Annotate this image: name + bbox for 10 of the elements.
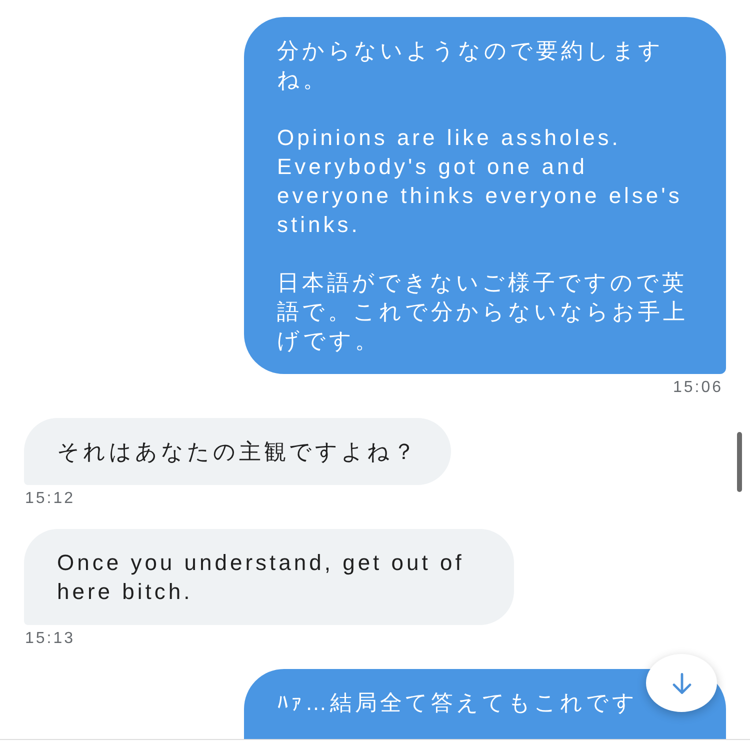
message-time: 15:06 xyxy=(672,378,724,398)
message-text: Once you understand, get out of here bitch. xyxy=(57,549,466,606)
scrollbar-thumb[interactable] xyxy=(737,432,742,492)
message-text: それはあなたの主観ですよね？ xyxy=(57,438,418,466)
message-time: 15:13 xyxy=(24,629,76,649)
arrow-down-icon xyxy=(672,672,692,694)
message-text: 分からないようなので要約しますね。 Opinions are like assholes. Everybody's got one and everyone thinks everyone else's stinks. 日本語ができないご様子ですので英語で。これで分からないならお手上げです。 xyxy=(277,37,689,355)
message-text: ﾊｧ…結局全て答えてもこれです xyxy=(277,689,639,717)
scroll-down-button[interactable] xyxy=(646,654,717,712)
message-time: 15:12 xyxy=(24,489,76,509)
